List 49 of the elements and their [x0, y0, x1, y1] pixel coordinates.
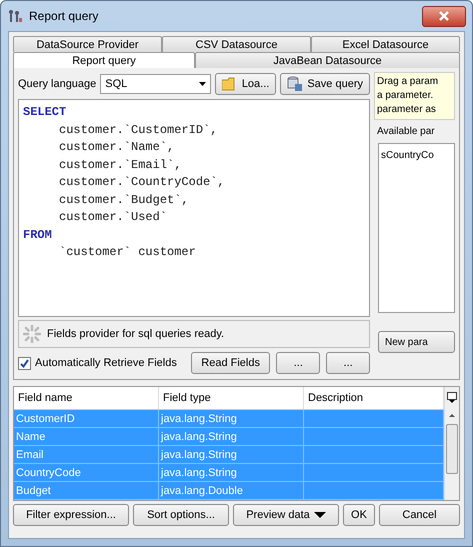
dropdown-arrow-icon [198, 82, 206, 86]
code-line: customer.`CustomerID`, [58, 122, 218, 138]
save-query-button[interactable]: Save query [280, 73, 370, 95]
parameter-list[interactable]: sCountryCo [378, 143, 455, 313]
spinner-icon [23, 325, 41, 343]
tab[interactable]: Report query [13, 52, 195, 68]
ok-button[interactable]: OK [343, 504, 375, 526]
close-button[interactable] [422, 6, 466, 26]
table-cell: java.lang.Double [159, 482, 304, 500]
window-title: Report query [29, 9, 98, 23]
parameters-label: Available par [376, 126, 436, 137]
code-line: customer.`Name`, [58, 139, 176, 156]
status-text: Fields provider for sql queries ready. [47, 328, 224, 340]
scroll-up-icon[interactable] [449, 414, 455, 416]
tab[interactable]: CSV Datasource [162, 36, 311, 52]
load-button[interactable]: Loa... [214, 73, 276, 95]
close-icon [439, 11, 449, 21]
tab[interactable]: JavaBean Datasource [195, 52, 460, 68]
scrollbar-thumb[interactable] [446, 424, 458, 474]
code-line: customer.`Budget`, [58, 192, 190, 208]
app-icon [7, 8, 23, 24]
checkbox[interactable] [18, 356, 31, 370]
table-cell: Budget [14, 482, 159, 500]
dropdown-arrow-icon [314, 512, 326, 518]
column-header[interactable]: Field type [159, 387, 304, 409]
code-line: FROM [23, 226, 53, 244]
preview-data-button[interactable]: Preview data [233, 504, 339, 526]
more-button[interactable]: ... [276, 352, 320, 374]
new-parameter-button[interactable]: New para [378, 331, 455, 353]
tooltip-hint: Drag a param a parameter. parameter as [374, 72, 455, 120]
code-line: SELECT [23, 104, 68, 121]
database-save-icon [287, 76, 304, 92]
sql-editor[interactable]: SELECT customer.`CustomerID`, customer.`Name`, customer.`Email`, customer.`CountryCode`, customer.`Budget`, customer.`Used` FROM `customer` customer [18, 99, 370, 317]
checkbox-label: Automatically Retrieve Fields [35, 357, 177, 369]
code-line: `customer` customer [58, 244, 197, 261]
tab[interactable]: Excel Datasource [311, 36, 460, 52]
tab[interactable]: DataSource Provider [13, 36, 162, 52]
cancel-button[interactable]: Cancel [379, 504, 460, 526]
code-line: customer.`Email`, [58, 156, 182, 174]
more-button[interactable]: ... [326, 352, 370, 374]
filter-expression-button[interactable]: Filter expression... [13, 504, 129, 526]
parameter-item[interactable]: sCountryCo [381, 150, 452, 161]
query-language-dropdown[interactable]: SQL [100, 74, 211, 94]
sort-options-button[interactable]: Sort options... [133, 504, 229, 526]
code-line: customer.`CountryCode`, [58, 174, 226, 191]
read-fields-button[interactable]: Read Fields [190, 352, 270, 374]
query-language-label: Query language [18, 78, 96, 90]
column-header[interactable]: Field name [14, 387, 159, 409]
code-line: customer.`Used` [58, 209, 168, 226]
